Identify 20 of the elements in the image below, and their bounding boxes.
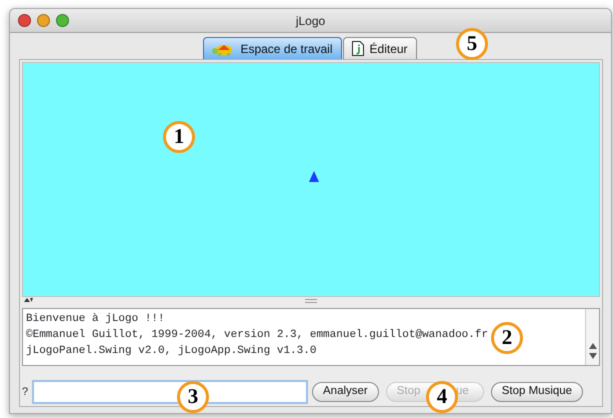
scroll-up-icon[interactable]	[588, 341, 598, 351]
console-line: Bienvenue à jLogo !!!	[26, 312, 165, 328]
scrollbar[interactable]	[585, 309, 599, 365]
prompt-label: ?	[22, 384, 28, 400]
command-button[interactable]: Stop Musique	[490, 382, 584, 402]
scroll-down-icon[interactable]	[588, 351, 598, 361]
minimize-button[interactable]	[37, 14, 50, 27]
close-button[interactable]	[18, 14, 31, 27]
window-title: jLogo	[296, 14, 326, 28]
tab[interactable]: Espace de travail	[203, 37, 342, 59]
document-icon	[352, 41, 364, 56]
command-field[interactable]	[32, 380, 308, 404]
turtle-cursor-icon	[309, 171, 319, 182]
tab[interactable]: Éditeur	[342, 37, 417, 59]
splitter-arrows-icon[interactable]	[24, 298, 34, 304]
command-button[interactable]: Analyser	[312, 382, 379, 402]
console-line: jLogoPanel.Swing v2.0, jLogoApp.Swing v1.3.0	[26, 344, 316, 360]
zoom-button[interactable]	[56, 14, 69, 27]
console-line: ©Emmanuel Guillot, 1999-2004, version 2.3, emmanuel.guillot@wanadoo.fr	[26, 328, 488, 344]
splitter-grip-icon[interactable]	[305, 299, 317, 304]
